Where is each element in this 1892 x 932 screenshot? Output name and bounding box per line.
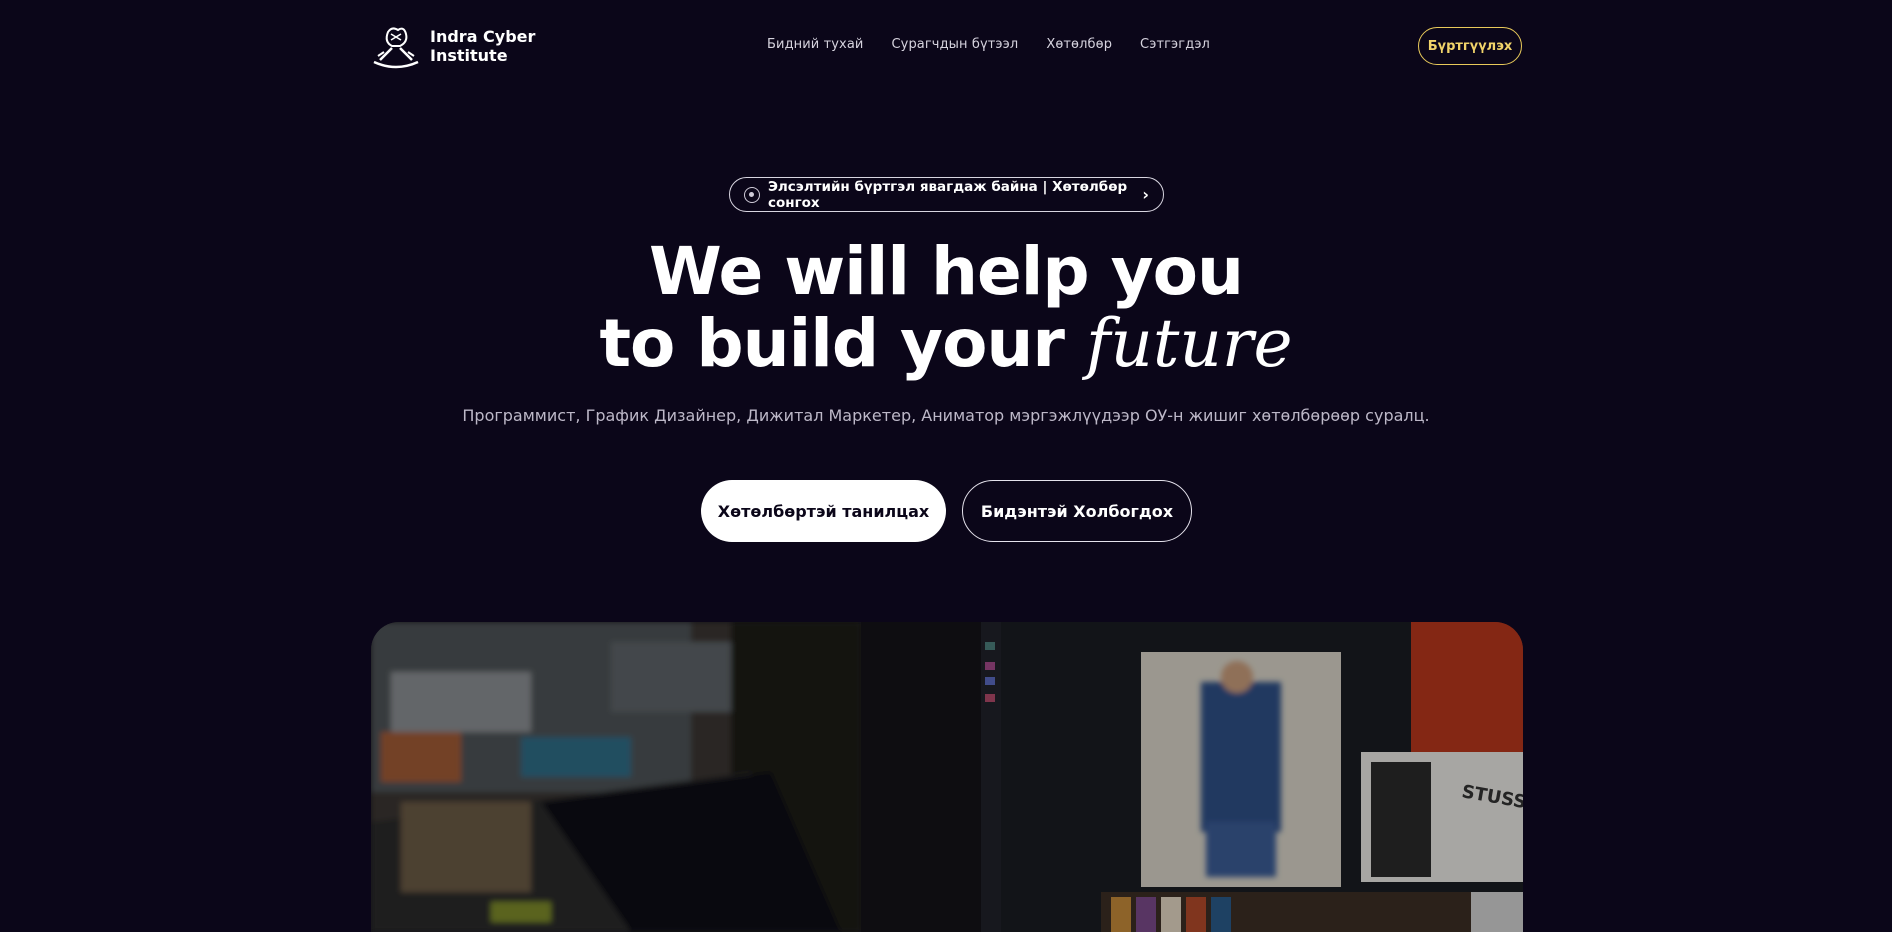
nav-item-testimonials[interactable]: Сэтгэгдэл <box>1140 36 1210 54</box>
hero-title-line1: We will help you <box>649 233 1244 310</box>
brand-name-line1: Indra Cyber <box>430 27 536 46</box>
chevron-right-icon: › <box>1142 185 1149 204</box>
hero-title-accent: future <box>1085 305 1293 382</box>
brand-logo-link[interactable]: Indra Cyber Institute <box>370 22 535 70</box>
site-header: Indra Cyber Institute Бидний тухай Сураг… <box>0 0 1892 92</box>
explore-program-button[interactable]: Хөтөлбөртэй танилцах <box>701 480 946 542</box>
register-button[interactable]: Бүртгүүлэх <box>1418 27 1522 65</box>
contact-us-button[interactable]: Бидэнтэй Холбогдох <box>962 480 1192 542</box>
page: Indra Cyber Institute Бидний тухай Сураг… <box>0 0 1892 932</box>
nav-item-program[interactable]: Хөтөлбөр <box>1046 36 1112 54</box>
hero-media-photo: STUSSY <box>371 622 1523 932</box>
nav-item-student-works[interactable]: Сурагчдын бүтээл <box>891 36 1018 54</box>
brand-logo-icon <box>373 27 419 69</box>
nav-item-about[interactable]: Бидний тухай <box>767 36 863 54</box>
brand-name-line2: Institute <box>430 46 508 65</box>
hero-title-line2-prefix: to build your <box>599 305 1064 382</box>
hero-title-line2: to build your future <box>0 308 1892 380</box>
radio-dot-icon <box>744 186 760 203</box>
hero-media-image: STUSSY <box>371 622 1523 932</box>
main-nav: Бидний тухай Сурагчдын бүтээл Хөтөлбөр С… <box>767 36 1210 54</box>
announcement-text: Элсэлтийн бүртгэл явагдаж байна | Хөтөлб… <box>768 178 1128 211</box>
hero-title: We will help you to build your future <box>0 236 1892 380</box>
brand-name: Indra Cyber Institute <box>430 27 535 65</box>
announcement-pill[interactable]: Элсэлтийн бүртгэл явагдаж байна | Хөтөлб… <box>729 177 1164 212</box>
hero-subtitle: Программист, График Дизайнер, Дижитал Ма… <box>462 406 1430 425</box>
